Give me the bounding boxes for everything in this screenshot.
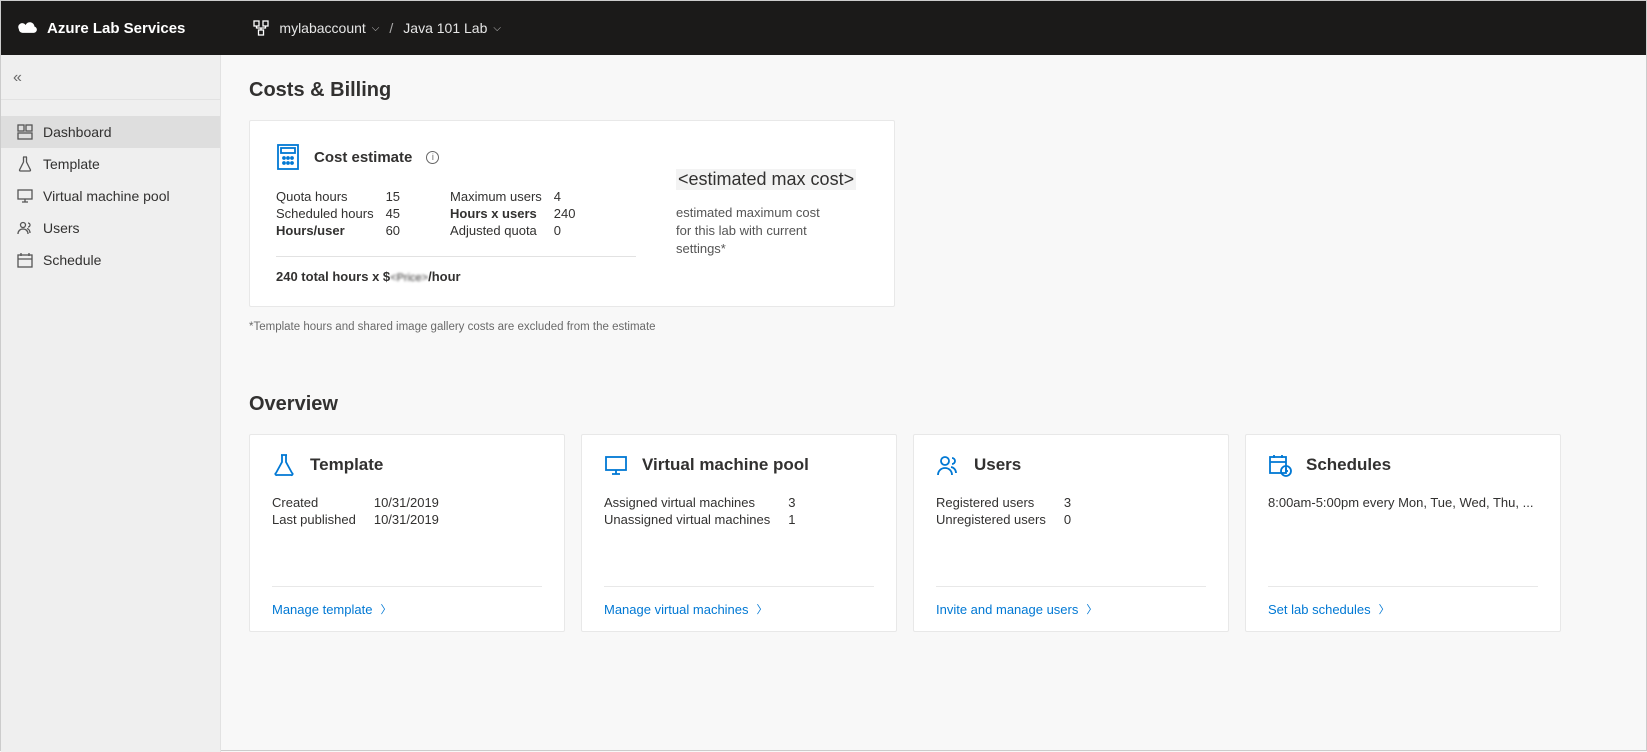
chevron-down-icon: ⌵	[493, 23, 501, 34]
cost-card-title: Cost estimate	[314, 149, 412, 166]
sidebar-item-label: Dashboard	[43, 124, 112, 140]
users-icon	[936, 453, 960, 477]
chevron-right-icon: 〉	[380, 601, 391, 617]
dashboard-icon	[17, 124, 33, 140]
sidebar-item-template[interactable]: Template	[1, 148, 220, 180]
section-title-costs: Costs & Billing	[249, 79, 1618, 102]
overview-schedules-title: Schedules	[1306, 455, 1391, 475]
overview-users-card: Users Registered users 3 Unregistered use…	[913, 434, 1229, 632]
calendar-icon	[17, 252, 33, 268]
overview-users-title: Users	[974, 455, 1021, 475]
top-bar: Azure Lab Services mylabaccount ⌵ / Java…	[1, 1, 1646, 55]
overview-template-card: Template Created 10/31/2019 Last publishe…	[249, 434, 565, 632]
chevron-down-icon: ⌵	[372, 23, 380, 34]
hours-per-user-value: 60	[386, 223, 400, 238]
hierarchy-icon	[253, 20, 269, 36]
template-created-value: 10/31/2019	[374, 495, 439, 510]
overview-template-title: Template	[310, 455, 383, 475]
hours-x-users-label: Hours x users	[450, 206, 542, 221]
adjusted-quota-value: 0	[554, 223, 576, 238]
registered-users-label: Registered users	[936, 495, 1046, 510]
sidebar-item-label: Template	[43, 156, 100, 172]
overview-vmpool-title: Virtual machine pool	[642, 455, 809, 475]
sidebar-item-label: Schedule	[43, 252, 101, 268]
chevron-right-icon: 〉	[1379, 601, 1390, 617]
unregistered-users-value: 0	[1064, 512, 1071, 527]
breadcrumb-separator: /	[389, 20, 393, 36]
sidebar-item-label: Virtual machine pool	[43, 188, 170, 204]
account-crumb[interactable]: mylabaccount ⌵	[279, 20, 379, 36]
cost-estimate-card: Cost estimate i Quota hours 15 Scheduled …	[249, 120, 895, 307]
scheduled-hours-value: 45	[386, 206, 400, 221]
collapse-sidebar-button[interactable]: «	[13, 69, 22, 87]
brand-label: Azure Lab Services	[47, 20, 185, 37]
set-schedules-link[interactable]: Set lab schedules 〉	[1268, 601, 1390, 617]
manage-vms-link[interactable]: Manage virtual machines 〉	[604, 601, 768, 617]
lab-crumb[interactable]: Java 101 Lab ⌵	[403, 20, 501, 36]
schedule-summary: 8:00am-5:00pm every Mon, Tue, Wed, Thu, …	[1268, 495, 1538, 510]
template-published-label: Last published	[272, 512, 356, 527]
unassigned-vms-label: Unassigned virtual machines	[604, 512, 770, 527]
flask-icon	[17, 156, 33, 172]
calculator-icon	[276, 143, 300, 171]
assigned-vms-label: Assigned virtual machines	[604, 495, 770, 510]
chevron-right-icon: 〉	[757, 601, 768, 617]
chevron-right-icon: 〉	[1086, 601, 1097, 617]
unregistered-users-label: Unregistered users	[936, 512, 1046, 527]
lab-crumb-label: Java 101 Lab	[403, 20, 487, 36]
sidebar: « Dashboard Template Virtual machine poo…	[1, 55, 221, 752]
hours-per-user-label: Hours/user	[276, 223, 374, 238]
info-icon[interactable]: i	[426, 151, 439, 164]
section-title-overview: Overview	[249, 393, 1618, 416]
estimated-max-cost: <estimated max cost>	[676, 169, 856, 190]
brand: Azure Lab Services	[17, 20, 185, 37]
sidebar-item-schedule[interactable]: Schedule	[1, 244, 220, 276]
assigned-vms-value: 3	[788, 495, 795, 510]
estimated-max-cost-desc: estimated maximum cost for this lab with…	[676, 204, 836, 259]
scheduled-hours-label: Scheduled hours	[276, 206, 374, 221]
sidebar-item-label: Users	[43, 220, 80, 236]
flask-icon	[272, 453, 296, 477]
quota-hours-value: 15	[386, 189, 400, 204]
registered-users-value: 3	[1064, 495, 1071, 510]
hours-x-users-value: 240	[554, 206, 576, 221]
manage-users-link[interactable]: Invite and manage users 〉	[936, 601, 1097, 617]
breadcrumb: mylabaccount ⌵ / Java 101 Lab ⌵	[253, 20, 501, 36]
template-published-value: 10/31/2019	[374, 512, 439, 527]
sidebar-item-users[interactable]: Users	[1, 212, 220, 244]
overview-schedules-card: Schedules 8:00am-5:00pm every Mon, Tue, …	[1245, 434, 1561, 632]
manage-template-link[interactable]: Manage template 〉	[272, 601, 391, 617]
total-hours-line: 240 total hours x $<Price>/hour	[276, 269, 636, 284]
main-content: Costs & Billing Cost estimate i Quota ho…	[221, 55, 1646, 752]
template-created-label: Created	[272, 495, 356, 510]
adjusted-quota-label: Adjusted quota	[450, 223, 542, 238]
account-crumb-label: mylabaccount	[279, 20, 365, 36]
overview-vmpool-card: Virtual machine pool Assigned virtual ma…	[581, 434, 897, 632]
users-icon	[17, 220, 33, 236]
sidebar-item-dashboard[interactable]: Dashboard	[1, 116, 220, 148]
monitor-icon	[17, 188, 33, 204]
cost-footnote: *Template hours and shared image gallery…	[249, 321, 1618, 333]
quota-hours-label: Quota hours	[276, 189, 374, 204]
calendar-clock-icon	[1268, 453, 1292, 477]
unassigned-vms-value: 1	[788, 512, 795, 527]
sidebar-item-vmpool[interactable]: Virtual machine pool	[1, 180, 220, 212]
monitor-icon	[604, 453, 628, 477]
azure-cloud-icon	[17, 20, 39, 36]
max-users-value: 4	[554, 189, 576, 204]
max-users-label: Maximum users	[450, 189, 542, 204]
